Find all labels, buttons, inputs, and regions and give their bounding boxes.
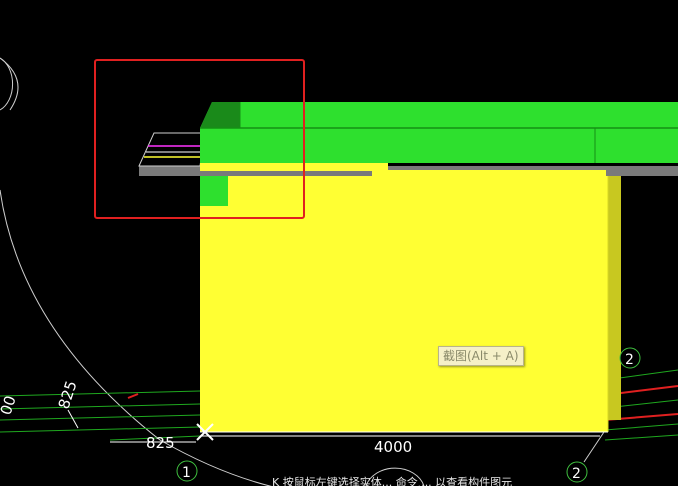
axis-label-1: 1 xyxy=(182,465,191,481)
column[interactable] xyxy=(200,163,621,433)
dim-825-vertical: 825 xyxy=(55,378,81,411)
axis-label-2-right: 2 xyxy=(625,352,634,368)
screenshot-tooltip: 截图(Alt + A) xyxy=(438,346,524,366)
dim-4000: 4000 xyxy=(374,438,412,456)
beam[interactable] xyxy=(200,102,678,163)
axis-marker-1[interactable]: 1 xyxy=(176,460,198,482)
axis-marker-2-bottom[interactable]: 2 xyxy=(566,461,588,483)
guide-arc-left xyxy=(0,57,14,111)
axis-marker-2-right[interactable]: 2 xyxy=(619,347,641,369)
dim-partial-left: 00 xyxy=(0,394,20,418)
axis-label-2-bottom: 2 xyxy=(572,466,581,482)
model-canvas[interactable]: 825 00 825 4000 1 2 2 xyxy=(0,0,678,486)
guide-arc-left-2 xyxy=(0,57,19,111)
dim-825-horizontal: 825 xyxy=(146,434,175,452)
status-hint: K 按鼠标左键选择实体... 命令 ... 以查看构件图元 xyxy=(272,476,513,486)
cad-viewport[interactable]: 825 00 825 4000 1 2 2 截图(Alt + A) K 按鼠标左… xyxy=(0,0,678,486)
